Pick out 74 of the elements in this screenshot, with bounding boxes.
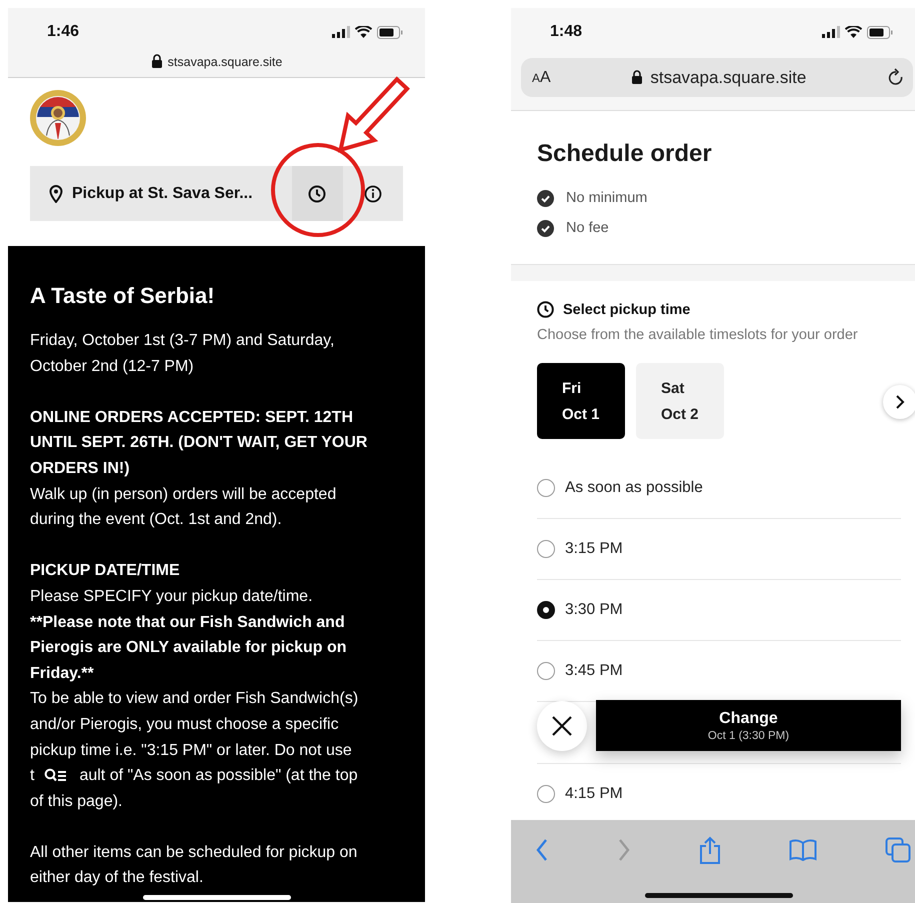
check-icon [537, 220, 554, 236]
location-bar[interactable]: Pickup at St. Sava Ser... [30, 166, 403, 221]
location-pin-icon [49, 184, 63, 202]
close-icon [551, 715, 573, 737]
back-icon[interactable] [535, 838, 549, 862]
change-button[interactable]: Change Oct 1 (3:30 PM) [596, 700, 901, 751]
url-text[interactable]: stsavapa.square.site [168, 54, 282, 68]
notice-text: Pierogis are ONLY available for pickup on [30, 638, 348, 658]
notice-text: of this page). [30, 792, 124, 812]
notice-text: To be able to view and order Fish Sandwich(s) [30, 689, 360, 710]
notice-text: ault of "As soon as possible" (at the top [79, 766, 358, 786]
date-tile[interactable]: Sat Oct 2 [636, 363, 724, 439]
notice-text: Walk up (in person) orders will be accepted [30, 484, 338, 505]
close-button[interactable] [537, 701, 587, 751]
lock-icon [631, 70, 644, 85]
text-size-button[interactable]: AA [532, 68, 551, 86]
next-button[interactable] [883, 385, 915, 419]
clock-time: 1:46 [47, 23, 80, 41]
radio-button[interactable] [537, 662, 555, 680]
emblem-icon [29, 89, 87, 147]
page-title: Schedule order [537, 139, 713, 169]
radio-button[interactable] [537, 601, 555, 619]
notice-title: A Taste of Serbia! [30, 282, 216, 310]
time-option[interactable]: 3:30 PM [565, 601, 623, 619]
notice-text: pickup time i.e. "3:15 PM" or later. Do not use [30, 740, 353, 760]
perk-text: No minimum [566, 190, 648, 206]
chevron-right-icon [895, 394, 905, 410]
notice-text: PICKUP DATE/TIME [30, 561, 181, 582]
notice-text: Friday, October 1st (3-7 PM) and Saturday, [30, 331, 336, 351]
time-option[interactable]: 3:15 PM [565, 540, 623, 558]
time-option[interactable]: 3:45 PM [565, 662, 623, 680]
signal-icon [332, 26, 350, 38]
notice-text: All other items can be scheduled for pickup on [30, 842, 358, 863]
battery-icon [377, 26, 403, 38]
notice-text: ONLINE ORDERS ACCEPTED: SEPT. 12TH [30, 408, 354, 428]
notice-text: ORDERS IN!) [30, 458, 131, 479]
notice-text: Friday.** [30, 664, 95, 684]
clock-icon [537, 301, 554, 318]
book-icon[interactable] [789, 839, 817, 861]
notice-text: October 2nd (12-7 PM) [30, 356, 195, 377]
date-tile[interactable]: Fri Oct 1 [537, 363, 625, 439]
notice-text: and/or Pierogis, you must choose a specific [30, 714, 340, 735]
radio-button[interactable] [537, 785, 555, 803]
notice-text: either day of the festival. [30, 868, 204, 888]
notice-text: Please SPECIFY your pickup date/time. [30, 586, 314, 607]
perk-text: No fee [566, 220, 609, 236]
address-bar[interactable]: AA stsavapa.square.site [521, 58, 913, 97]
location-label: Pickup at St. Sava Ser... [72, 184, 253, 202]
check-icon [537, 190, 554, 206]
lock-icon [150, 54, 163, 69]
notice-text: **Please note that our Fish Sandwich and [30, 612, 346, 633]
time-option[interactable]: As soon as possible [565, 479, 703, 497]
url-text: stsavapa.square.site [650, 68, 806, 88]
signal-icon [822, 26, 840, 38]
radio-button[interactable] [537, 479, 555, 497]
section-subtitle: Choose from the available timeslots for your order [537, 327, 859, 343]
reload-icon[interactable] [886, 68, 905, 88]
wifi-icon [845, 26, 862, 38]
notice-text: t [30, 766, 34, 786]
battery-icon [867, 26, 893, 38]
time-option[interactable]: 4:15 PM [565, 785, 623, 803]
section-heading: Select pickup time [563, 302, 690, 318]
reader-icon[interactable] [44, 768, 66, 784]
forward-icon[interactable] [617, 838, 631, 862]
clock-time: 1:48 [550, 23, 582, 41]
share-icon[interactable] [699, 836, 721, 864]
notice-text: UNTIL SEPT. 26TH. (DON'T WAIT, GET YOUR [30, 433, 368, 454]
notice-text: during the event (Oct. 1st and 2nd). [30, 510, 283, 530]
wifi-icon [355, 26, 372, 38]
tabs-icon[interactable] [885, 837, 911, 863]
info-icon [364, 184, 382, 202]
radio-button[interactable] [537, 540, 555, 558]
schedule-button[interactable] [292, 166, 344, 221]
clock-icon [308, 184, 326, 202]
